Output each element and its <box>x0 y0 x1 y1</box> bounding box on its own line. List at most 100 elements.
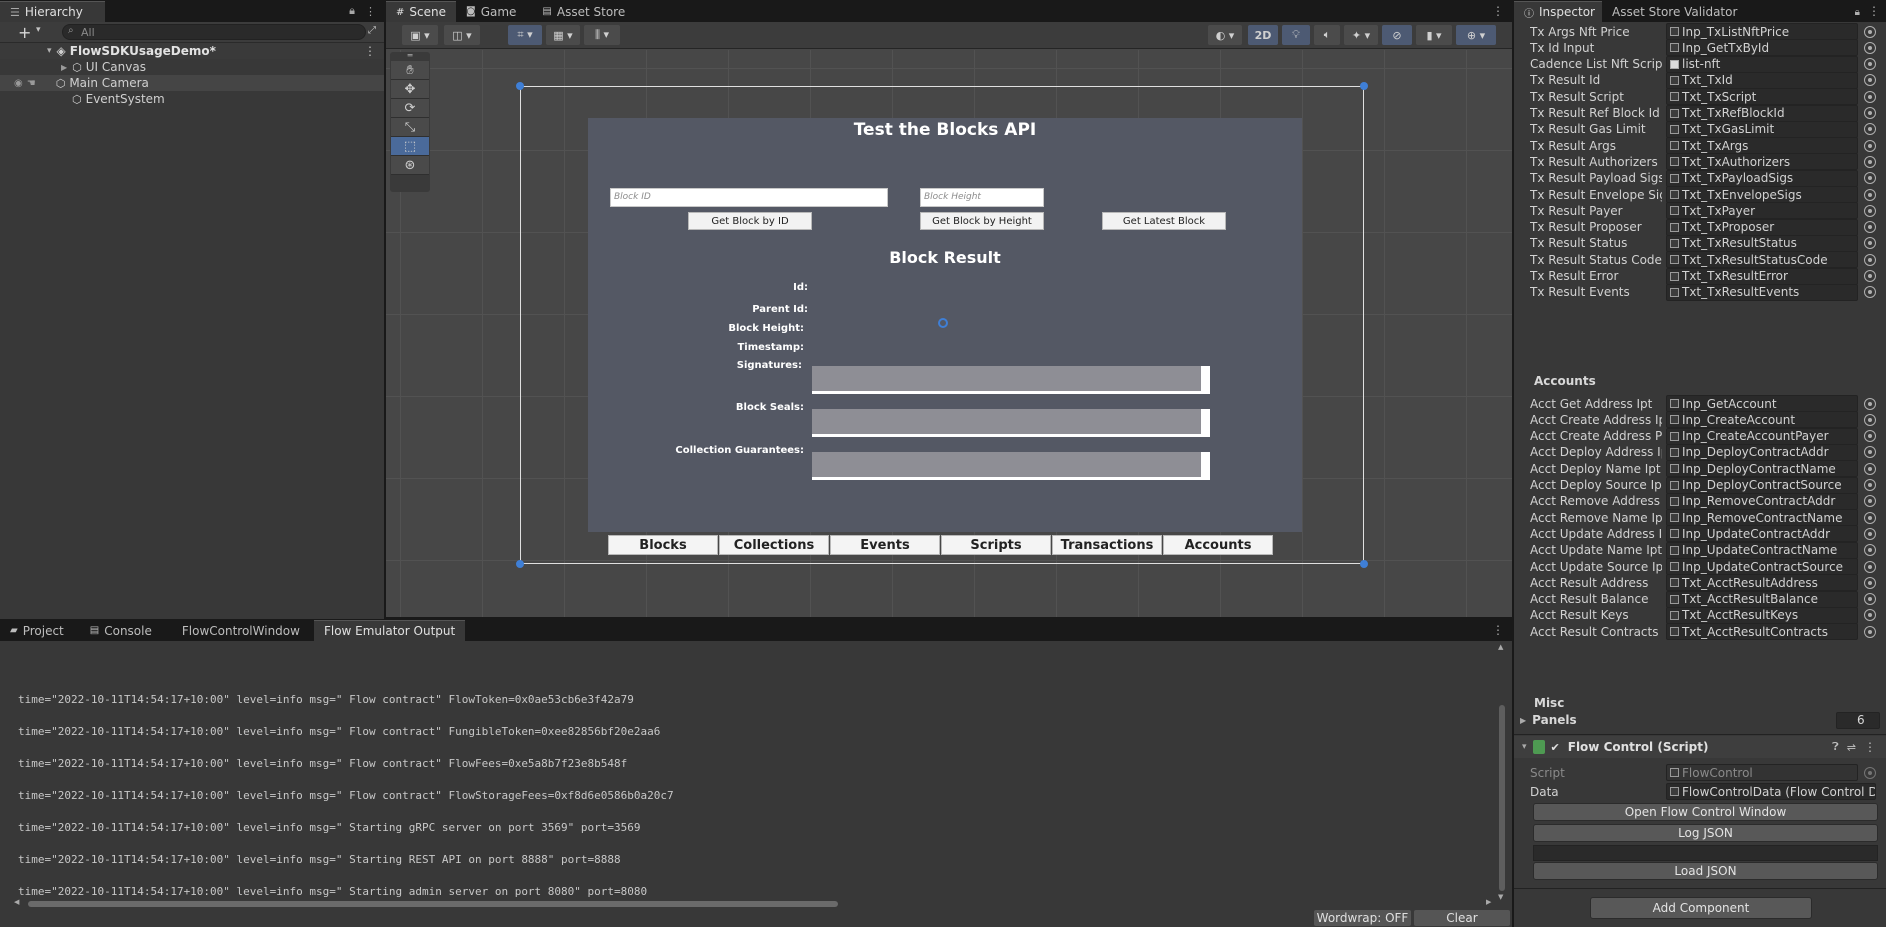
block-id-input[interactable]: Block ID <box>610 188 888 207</box>
eye-icon[interactable]: ◉ <box>14 78 23 89</box>
json-textbox[interactable] <box>1533 845 1878 861</box>
tab-console[interactable]: ▤ Console <box>80 620 162 641</box>
scene-root[interactable]: ▾ ◈ FlowSDKUsageDemo* ⋮ <box>0 43 384 59</box>
nav-accounts-button[interactable]: Accounts <box>1163 535 1273 555</box>
target-icon[interactable] <box>1864 576 1876 589</box>
draw-mode-button[interactable]: ▣ ▾ <box>402 25 438 45</box>
scrollbar[interactable] <box>1201 366 1210 391</box>
tab-flow-control-window[interactable]: FlowControlWindow <box>172 620 310 641</box>
signatures-box[interactable] <box>812 366 1210 394</box>
tab-asset-store[interactable]: ▤ Asset Store <box>532 1 635 22</box>
target-icon[interactable] <box>1864 286 1876 299</box>
target-icon[interactable] <box>1864 58 1876 71</box>
target-icon[interactable] <box>1864 188 1876 201</box>
toggle-2d-button[interactable]: 2D <box>1248 25 1278 45</box>
inspector-row[interactable]: Tx Result Events Txt_TxResultEvents <box>1530 283 1886 302</box>
lock-icon[interactable]: 🔒︎ <box>349 4 355 18</box>
hierarchy-item[interactable]: ▶ ⬡ UI Canvas <box>0 59 384 75</box>
target-icon[interactable] <box>1864 155 1876 168</box>
scale-tool-icon[interactable]: ⤡ <box>391 118 429 137</box>
data-field[interactable]: FlowControlData (Flow Control D <box>1666 783 1876 800</box>
nav-transactions-button[interactable]: Transactions <box>1052 535 1162 555</box>
chevron-right-icon[interactable]: ▶ <box>1520 716 1526 725</box>
move-tool-icon[interactable]: ✥ <box>391 80 429 99</box>
target-icon[interactable] <box>1864 204 1876 217</box>
tab-hierarchy[interactable]: ☰ Hierarchy <box>0 1 105 22</box>
nav-collections-button[interactable]: Collections <box>719 535 829 555</box>
arrow-left-icon[interactable]: ◀ <box>14 898 19 906</box>
menu-dots-icon[interactable]: ⋮ <box>1492 4 1504 18</box>
arrow-up-icon[interactable]: ▲ <box>1498 643 1503 651</box>
nav-scripts-button[interactable]: Scripts <box>941 535 1051 555</box>
target-icon[interactable] <box>1864 495 1876 508</box>
target-icon[interactable] <box>1864 593 1876 606</box>
target-icon[interactable] <box>1864 90 1876 103</box>
lock-icon[interactable]: 🔒︎ <box>1855 7 1860 18</box>
target-icon[interactable] <box>1864 462 1876 475</box>
scroll-thumb[interactable] <box>1499 705 1505 891</box>
target-icon[interactable] <box>1864 107 1876 119</box>
chevron-down-icon[interactable]: ▾ <box>47 46 52 56</box>
panels-row[interactable]: ▶ Panels 6 <box>1520 711 1880 729</box>
add-component-button[interactable]: Add Component <box>1590 897 1812 919</box>
checkbox-checked-icon[interactable]: ✔ <box>1551 741 1560 754</box>
target-icon[interactable] <box>1864 413 1876 426</box>
get-latest-block-button[interactable]: Get Latest Block <box>1102 212 1226 230</box>
pivot-button[interactable]: ⌗ ▾ <box>508 25 542 45</box>
help-icon[interactable]: ❓︎ <box>1832 740 1839 754</box>
effects-icon[interactable]: ✦ ▾ <box>1344 25 1378 45</box>
transform-tool-icon[interactable]: ⊛ <box>391 156 429 175</box>
rotate-tool-icon[interactable]: ⟳ <box>391 99 429 118</box>
target-icon[interactable] <box>1864 430 1876 443</box>
visibility-icon[interactable]: ⊘ <box>1382 25 1412 45</box>
inspector-row[interactable]: Acct Result Contracts Txt_AcctResultContr… <box>1530 622 1886 641</box>
wordwrap-toggle[interactable]: Wordwrap: OFF <box>1314 910 1411 926</box>
hierarchy-item[interactable]: ◉ ☚ ⬡ Main Camera <box>0 75 384 91</box>
target-icon[interactable] <box>1864 479 1876 491</box>
target-icon[interactable] <box>1864 253 1876 266</box>
pivot-icon[interactable] <box>938 318 948 328</box>
scrollbar[interactable] <box>1201 452 1210 477</box>
target-icon[interactable] <box>1864 221 1876 234</box>
menu-dots-icon[interactable]: ⋮ <box>1864 740 1876 754</box>
increment-snap-button[interactable]: ⫼ ▾ <box>584 25 620 45</box>
search-input[interactable]: ⌕ All <box>62 24 366 40</box>
hand-tool-icon[interactable]: ✋︎ <box>391 61 429 80</box>
target-icon[interactable] <box>1864 237 1876 250</box>
component-header[interactable]: ▾ ✔ Flow Control (Script) ❓︎ ⇌ ⋮ <box>1514 736 1886 758</box>
pick-icon[interactable]: ☚ <box>27 78 36 89</box>
target-icon[interactable] <box>1864 172 1876 185</box>
gizmos-icon[interactable]: ⊕ ▾ <box>1456 25 1496 45</box>
audio-icon[interactable]: 🔈︎ <box>1314 25 1340 45</box>
target-icon[interactable] <box>1864 609 1876 622</box>
object-field[interactable]: Txt_AcctResultContracts <box>1666 623 1858 641</box>
panels-count-field[interactable]: 6 <box>1836 711 1880 729</box>
settings-icon[interactable]: ⇌ <box>1847 741 1856 754</box>
target-icon[interactable] <box>1864 123 1876 136</box>
scroll-thumb[interactable] <box>28 901 838 907</box>
log-json-button[interactable]: Log JSON <box>1533 824 1878 842</box>
horizontal-scrollbar[interactable]: ◀ ▶ <box>14 898 1496 909</box>
target-icon[interactable] <box>1864 397 1876 410</box>
lighting-icon[interactable]: 💡︎ <box>1282 25 1310 45</box>
rect-handle[interactable] <box>516 82 524 90</box>
tab-inspector[interactable]: ⓘ Inspector <box>1514 1 1602 22</box>
tab-flow-emulator-output[interactable]: Flow Emulator Output <box>313 620 466 641</box>
camera-icon[interactable]: ▮ ▾ <box>1416 25 1452 45</box>
target-icon[interactable] <box>1864 625 1876 638</box>
menu-dots-icon[interactable]: ⋮ <box>1868 4 1880 18</box>
arrow-right-icon[interactable]: ▶ <box>1486 898 1491 906</box>
get-block-by-height-button[interactable]: Get Block by Height <box>920 212 1044 230</box>
target-icon[interactable] <box>1864 74 1876 87</box>
object-field[interactable]: Txt_TxResultEvents <box>1666 283 1858 301</box>
menu-dots-icon[interactable]: ⋮ <box>365 5 376 18</box>
expand-icon[interactable]: ⤢ <box>368 25 376 36</box>
render-mode-button[interactable]: ◫ ▾ <box>444 25 480 45</box>
chevron-down-icon[interactable]: ▾ <box>1522 742 1527 752</box>
rect-handle[interactable] <box>516 560 524 568</box>
open-flow-control-window-button[interactable]: Open Flow Control Window <box>1533 803 1878 821</box>
hierarchy-item[interactable]: ⬡ EventSystem <box>0 91 384 107</box>
collection-guarantees-box[interactable] <box>812 452 1210 480</box>
target-icon[interactable] <box>1864 270 1876 282</box>
grip-icon[interactable]: ═ <box>391 52 429 61</box>
